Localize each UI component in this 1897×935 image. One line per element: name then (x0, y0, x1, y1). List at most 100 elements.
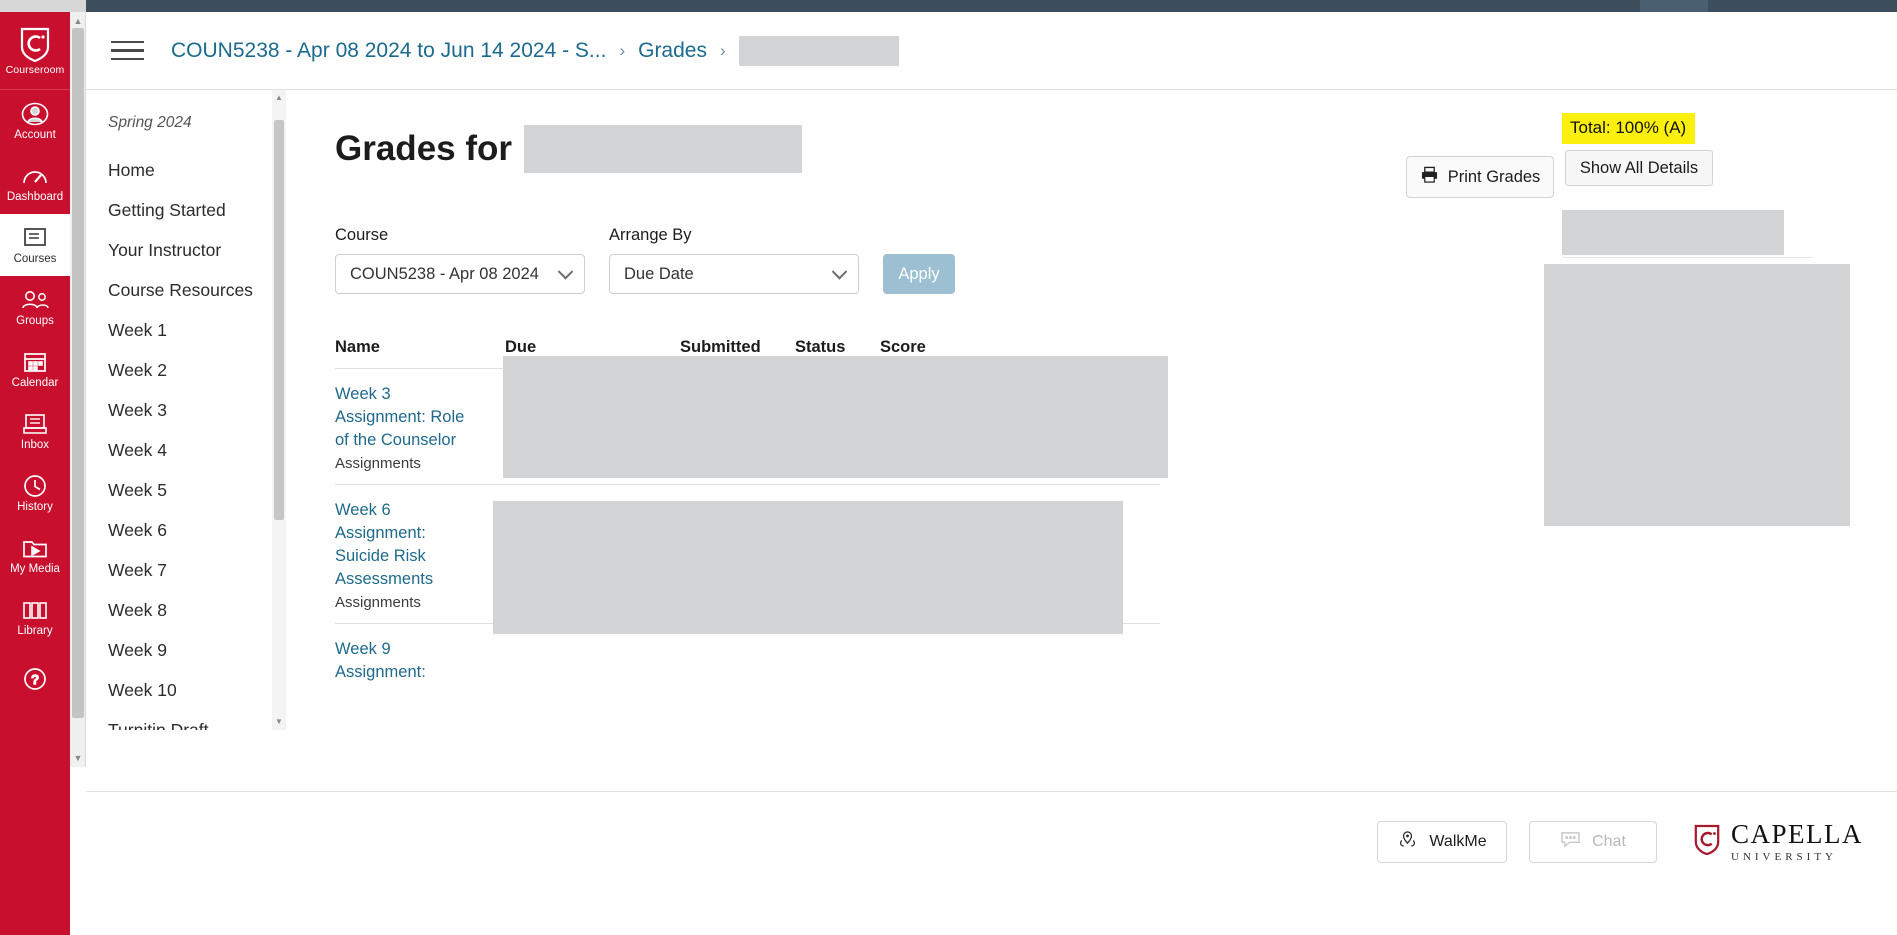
course-nav-your-instructor[interactable]: Your Instructor (86, 230, 285, 270)
course-nav-home[interactable]: Home (86, 150, 285, 190)
scroll-down-arrow-icon[interactable]: ▼ (73, 753, 83, 763)
breadcrumb-redacted-name (738, 35, 899, 66)
assignment-link[interactable]: Week 6 Assignment: Suicide Risk Assessme… (335, 499, 475, 590)
apply-button[interactable]: Apply (883, 254, 955, 294)
walkme-button[interactable]: WalkMe (1377, 821, 1507, 863)
print-grades-label: Print Grades (1447, 167, 1541, 186)
rail-label-history: History (17, 501, 53, 514)
course-nav-week-1[interactable]: Week 1 (86, 310, 285, 350)
breadcrumb-grades-link[interactable]: Grades (638, 39, 707, 63)
column-header-name: Name (335, 338, 380, 356)
rail-item-groups[interactable]: Groups (0, 276, 70, 338)
course-nav-week-6[interactable]: Week 6 (86, 510, 285, 550)
column-header-due: Due (505, 338, 537, 356)
hamburger-icon[interactable] (111, 36, 147, 66)
inbox-icon (20, 410, 50, 438)
courseroom-brand[interactable]: Courseroom (0, 12, 70, 90)
total-grade-highlighted: Total: 100% (A) (1562, 113, 1696, 144)
course-nav-week-10[interactable]: Week 10 (86, 670, 285, 710)
course-nav-getting-started[interactable]: Getting Started (86, 190, 285, 230)
assignment-link[interactable]: Week 3 Assignment: Role of the Counselor (335, 383, 475, 451)
breadcrumb-course-link[interactable]: COUN5238 - Apr 08 2024 to Jun 14 2024 - … (171, 39, 606, 63)
page-scrollbar-thumb[interactable] (72, 28, 84, 718)
printer-icon (1420, 166, 1439, 188)
total-grade-wrap: Total: 100% (A) (1562, 113, 1696, 144)
assignment-group: Assignments (335, 594, 421, 612)
rail-item-history[interactable]: History (0, 462, 70, 524)
student-name-redacted (524, 125, 802, 173)
course-nav-week-8[interactable]: Week 8 (86, 590, 285, 630)
grades-table: Name Due Submitted Status Score Week 3 A… (335, 338, 1168, 696)
course-nav-week-5[interactable]: Week 5 (86, 470, 285, 510)
course-select[interactable]: COUN5238 - Apr 08 2024 (335, 254, 585, 294)
browser-tab-strip-left (0, 0, 86, 12)
browser-active-tab[interactable] (1640, 0, 1708, 12)
assignment-cell: Week 3 Assignment: Role of the Counselor… (335, 383, 505, 472)
calendar-icon (20, 348, 50, 376)
show-all-details-button[interactable]: Show All Details (1565, 150, 1713, 186)
rail-item-my-media[interactable]: My Media (0, 524, 70, 586)
arrange-by-value: Due Date (624, 264, 694, 283)
course-term-label: Spring 2024 (108, 114, 192, 131)
chevron-down-icon (831, 264, 848, 280)
chat-bubble-icon (1560, 831, 1581, 853)
rail-item-account[interactable]: Account (0, 90, 70, 152)
rail-item-help[interactable]: ? (0, 648, 70, 710)
arrange-by-label: Arrange By (609, 226, 692, 244)
assignment-link[interactable]: Week 9 Assignment: (335, 638, 475, 684)
aside-redacted-panel (1544, 264, 1850, 526)
course-nav-week-7[interactable]: Week 7 (86, 550, 285, 590)
grades-filters: Course COUN5238 - Apr 08 2024 Arrange By… (335, 226, 1426, 294)
nav-scroll-up-icon[interactable]: ▲ (274, 92, 284, 104)
course-nav-week-4[interactable]: Week 4 (86, 430, 285, 470)
rail-item-courses[interactable]: Courses (0, 214, 70, 276)
rail-item-dashboard[interactable]: Dashboard (0, 152, 70, 214)
scroll-up-arrow-icon[interactable]: ▲ (73, 16, 83, 26)
aside-divider (1562, 257, 1812, 258)
course-select-value: COUN5238 - Apr 08 2024 (350, 264, 539, 283)
page-scrollbar[interactable]: ▲ ▼ (70, 12, 86, 767)
people-icon (20, 286, 50, 314)
rail-label-calendar: Calendar (11, 377, 59, 390)
rail-label-dashboard: Dashboard (6, 191, 64, 204)
page-title: Grades for (335, 129, 512, 168)
course-nav-week-2[interactable]: Week 2 (86, 350, 285, 390)
svg-text:?: ? (31, 672, 38, 687)
column-header-submitted: Submitted (680, 338, 761, 356)
rail-label-courses: Courses (13, 253, 57, 266)
course-nav-course-resources[interactable]: Course Resources (86, 270, 285, 310)
rail-label-inbox: Inbox (20, 439, 50, 452)
rail-item-calendar[interactable]: Calendar (0, 338, 70, 400)
row-data-redacted (493, 501, 1123, 634)
course-filter-label: Course (335, 226, 389, 244)
column-header-score: Score (880, 338, 926, 356)
table-row[interactable]: Week 9 Assignment: (335, 623, 1160, 696)
course-nav-week-9[interactable]: Week 9 (86, 630, 285, 670)
rail-item-library[interactable]: Library (0, 586, 70, 648)
print-grades-button[interactable]: Print Grades (1406, 156, 1554, 198)
course-nav-week-3[interactable]: Week 3 (86, 390, 285, 430)
courseroom-app: COUN5238 - Apr 08 2024 to Jun 14 2024 - … (86, 12, 1897, 935)
video-folder-icon (20, 534, 50, 562)
grades-summary-aside: Print Grades Total: 100% (A) Show All De… (1406, 90, 1896, 730)
course-nav-scrollbar[interactable]: ▲ ▼ (272, 90, 286, 730)
book-icon (20, 224, 50, 252)
rail-item-inbox[interactable]: Inbox (0, 400, 70, 462)
rail-label-account: Account (14, 129, 56, 142)
breadcrumb-bar: COUN5238 - Apr 08 2024 to Jun 14 2024 - … (86, 12, 1897, 90)
capella-shield-icon (1693, 824, 1721, 861)
chat-button[interactable]: Chat (1529, 821, 1657, 863)
arrange-by-select[interactable]: Due Date (609, 254, 859, 294)
footer-tools: WalkMe Chat CAPELLA UNIVERSITY (1377, 821, 1863, 863)
course-nav-turnitin-draft[interactable]: Turnitin Draft (86, 710, 285, 731)
chevron-down-icon (557, 264, 574, 280)
location-pin-icon (1397, 830, 1418, 854)
nav-scroll-down-icon[interactable]: ▼ (274, 716, 284, 728)
capella-logo: CAPELLA UNIVERSITY (1693, 821, 1863, 863)
help-circle-icon: ? (20, 665, 50, 693)
rail-label-library: Library (17, 625, 53, 638)
aside-redacted-summary (1562, 210, 1784, 255)
course-nav-scrollbar-thumb[interactable] (274, 120, 284, 520)
course-navigation: Spring 2024 Home Getting Started Your In… (86, 90, 286, 730)
capella-wordmark: CAPELLA UNIVERSITY (1731, 821, 1863, 864)
